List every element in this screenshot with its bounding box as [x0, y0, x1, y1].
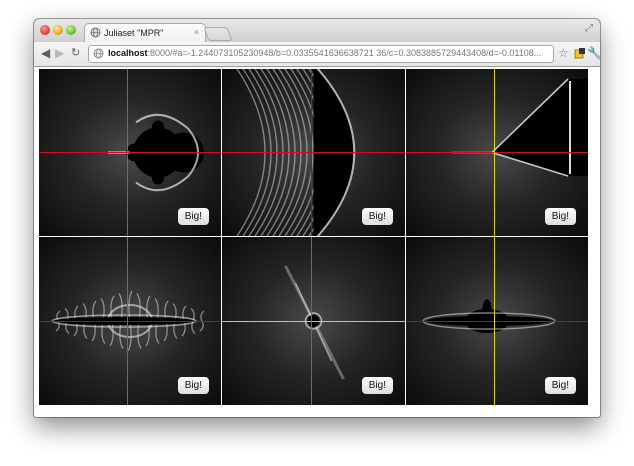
fractal-shape: [284, 265, 345, 380]
big-button[interactable]: Big!: [177, 208, 209, 225]
new-tab-button[interactable]: [203, 27, 233, 41]
big-button[interactable]: Big!: [544, 208, 576, 225]
tab-close-icon[interactable]: ×: [194, 27, 199, 38]
globe-icon: [90, 27, 101, 38]
minimize-window-button[interactable]: [53, 25, 63, 35]
fractal-shape: [452, 78, 588, 177]
url-host: localhost: [108, 48, 148, 58]
reload-icon[interactable]: ↻: [71, 46, 80, 60]
forward-icon[interactable]: ▶: [55, 46, 64, 60]
close-window-button[interactable]: [40, 25, 50, 35]
address-bar[interactable]: localhost:8000/#a=-1.244073105230948/b=0…: [88, 45, 554, 63]
browser-toolbar: ◀ ▶ ↻ localhost:8000/#a=-1.2440731052309…: [34, 42, 600, 67]
zoom-window-button[interactable]: [66, 25, 76, 35]
wrench-icon[interactable]: 🔧: [587, 46, 600, 60]
fractal-shape: [422, 299, 556, 333]
big-button[interactable]: Big!: [361, 377, 393, 394]
big-button[interactable]: Big!: [177, 377, 209, 394]
big-button[interactable]: Big!: [361, 208, 393, 225]
panel-ac[interactable]: Big!: [406, 69, 588, 236]
tab-title: Juliaset "MPR": [104, 28, 164, 38]
big-button[interactable]: Big!: [544, 377, 576, 394]
page-content: Big! Big! Big! Big! Big! Big!: [34, 67, 600, 417]
panel-grid: Big! Big! Big! Big! Big! Big!: [39, 69, 588, 405]
panel-cd[interactable]: Big!: [222, 237, 405, 405]
panel-julia-bd[interactable]: Big!: [39, 237, 221, 405]
site-info-icon[interactable]: [93, 48, 104, 59]
star-icon[interactable]: ☆: [558, 46, 569, 60]
browser-tab[interactable]: Juliaset "MPR" ×: [84, 23, 206, 43]
back-icon[interactable]: ◀: [41, 46, 50, 60]
browser-window: Juliaset "MPR" × ⤢ ◀ ▶ ↻ localhost:8000/…: [34, 19, 600, 417]
url-path: :8000/#a=-1.244073105230948/b=0.03355416…: [147, 48, 542, 58]
title-bar: Juliaset "MPR" × ⤢: [34, 19, 600, 43]
extension-icon[interactable]: [574, 47, 586, 59]
url-text: localhost:8000/#a=-1.244073105230948/b=0…: [108, 48, 541, 58]
panel-julia[interactable]: Big!: [406, 237, 588, 405]
resize-icon[interactable]: ⤢: [585, 23, 593, 34]
panel-mandelbrot[interactable]: Big!: [39, 69, 221, 236]
panel-ab[interactable]: Big!: [222, 69, 405, 236]
